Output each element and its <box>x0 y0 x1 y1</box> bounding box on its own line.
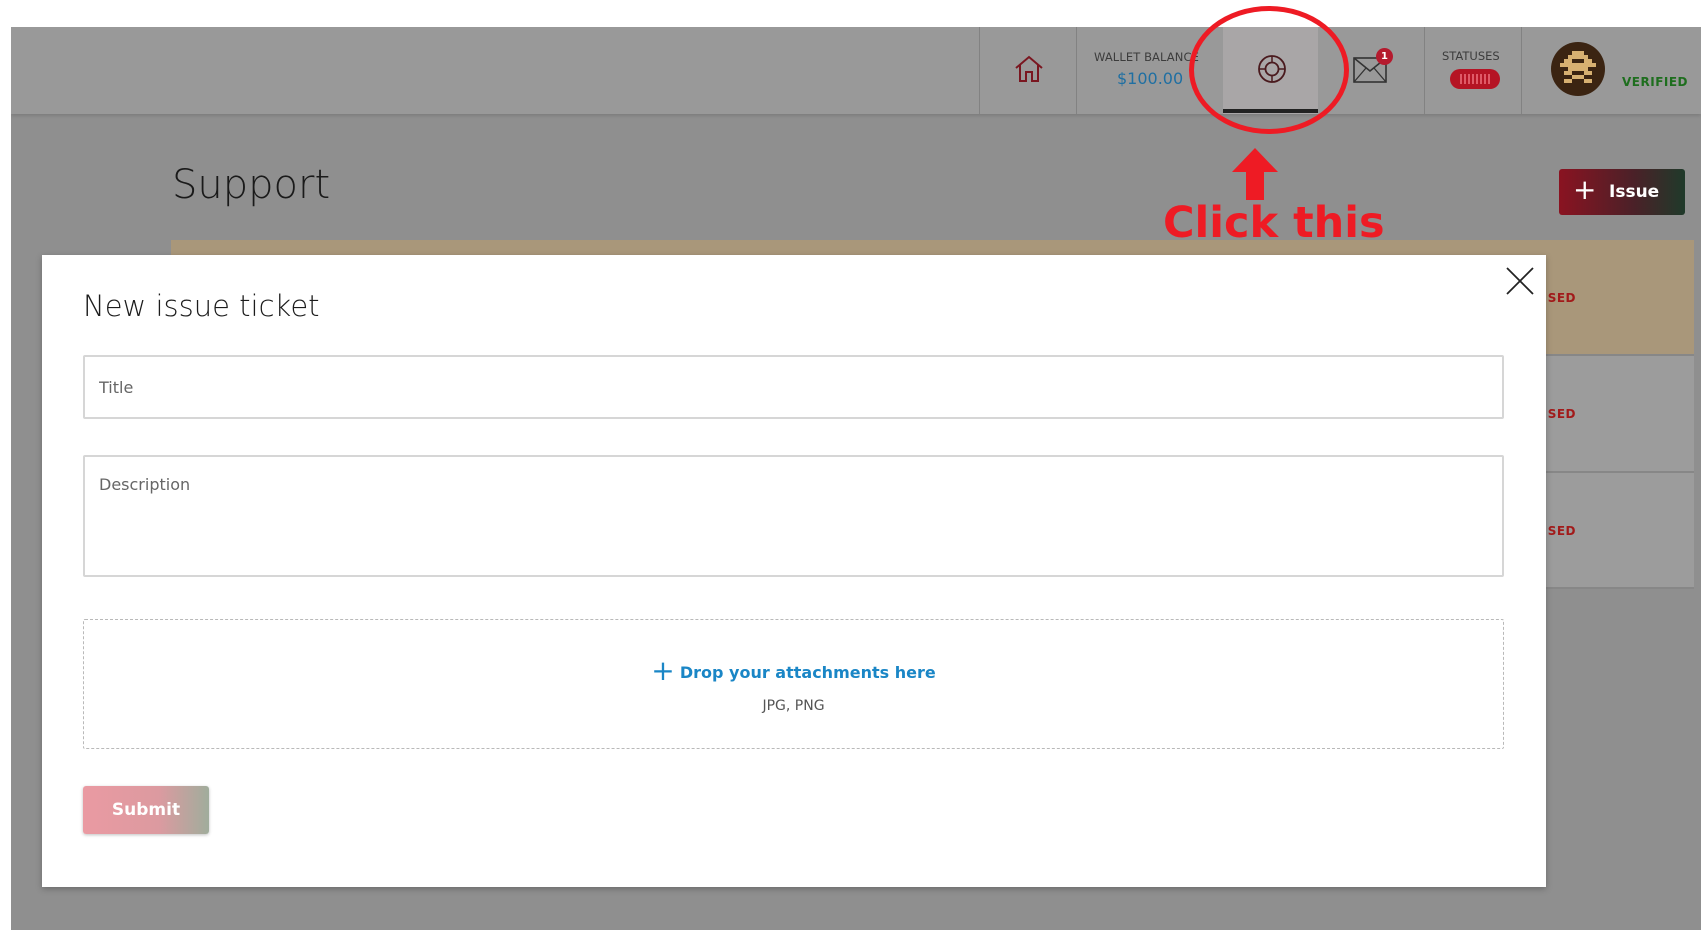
annotation-circle <box>1189 6 1349 134</box>
new-issue-modal: New issue ticket + Drop your attachments… <box>42 255 1546 887</box>
status-indicator <box>1450 69 1500 89</box>
annotation-text: Click this <box>1163 198 1385 248</box>
page-title: Support <box>172 162 331 208</box>
unread-count-badge: 1 <box>1376 48 1393 65</box>
ticket-status: SED <box>1547 291 1576 305</box>
plus-icon: + <box>651 654 675 687</box>
pixel-avatar-icon <box>1560 51 1596 83</box>
statuses[interactable]: STATUSES <box>1425 27 1521 114</box>
new-issue-button-label: Issue <box>1609 182 1660 202</box>
close-button[interactable] <box>1504 265 1536 297</box>
dropzone-file-types: JPG, PNG <box>762 698 825 714</box>
submit-button[interactable]: Submit <box>83 786 209 834</box>
wallet-balance-label: WALLET BALANCE <box>1094 50 1199 64</box>
wallet-balance-value: $100.00 <box>1117 69 1184 88</box>
dropzone-text: Drop your attachments here <box>679 663 936 682</box>
new-issue-button[interactable]: + Issue <box>1559 169 1685 215</box>
title-input[interactable] <box>83 355 1504 419</box>
plus-icon: + <box>1573 173 1597 206</box>
avatar[interactable] <box>1551 42 1605 96</box>
statuses-label: STATUSES <box>1442 49 1500 63</box>
ticket-status: SED <box>1547 407 1576 421</box>
description-input[interactable] <box>83 455 1504 577</box>
home-button[interactable] <box>980 27 1076 114</box>
verified-badge: VERIFIED <box>1622 75 1689 89</box>
annotation-arrow-icon <box>1232 148 1278 200</box>
ticket-status: SED <box>1547 524 1576 538</box>
close-icon <box>1506 267 1534 295</box>
dropzone-prompt: + Drop your attachments here <box>84 654 1503 689</box>
home-icon <box>1015 55 1043 82</box>
modal-title: New issue ticket <box>83 289 320 323</box>
attachment-dropzone[interactable]: + Drop your attachments here JPG, PNG <box>83 619 1504 749</box>
profile-menu[interactable]: VERIFIED <box>1521 27 1701 114</box>
top-bar: WALLET BALANCE $100.00 1 STATUSES VERIFI… <box>11 27 1701 114</box>
